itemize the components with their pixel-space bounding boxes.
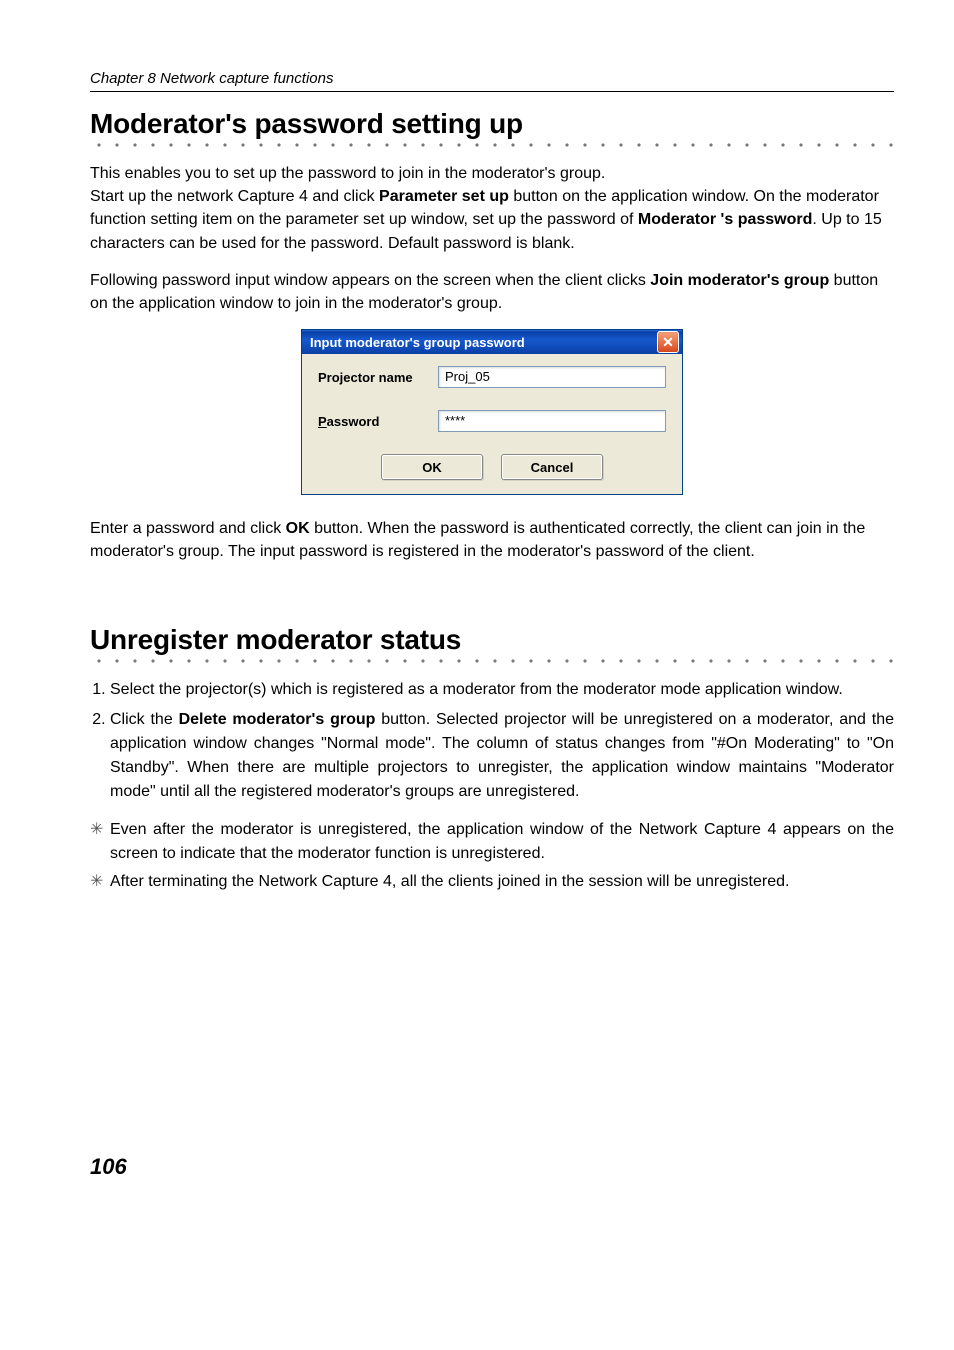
paragraph: Following password input window appears …	[90, 269, 894, 315]
dialog-title: Input moderator's group password	[310, 335, 525, 350]
projector-name-row: Projector name Proj_05	[318, 366, 666, 388]
bold-text: Join moderator's group	[650, 272, 829, 289]
text: This enables you to set up the password …	[90, 165, 605, 182]
dot-rule	[90, 142, 894, 148]
running-head: Chapter 8 Network capture functions	[90, 70, 894, 92]
note-mark-icon: ✳	[90, 870, 110, 894]
paragraph: This enables you to set up the password …	[90, 162, 894, 185]
password-label-rest: assword	[327, 414, 380, 429]
text: Start up the network Capture 4 and click	[90, 188, 379, 205]
dot-rule	[90, 658, 894, 664]
section-title-unregister: Unregister moderator status	[90, 624, 894, 656]
password-label: Password	[318, 414, 438, 429]
bold-text: Moderator 's password	[638, 211, 813, 228]
cancel-button[interactable]: Cancel	[501, 454, 603, 480]
dialog-titlebar: Input moderator's group password ✕	[302, 330, 682, 354]
step-item: Click the Delete moderator's group butto…	[110, 708, 894, 804]
step-item: Select the projector(s) which is registe…	[110, 678, 894, 702]
text: Enter a password and click	[90, 520, 286, 537]
note-text: After terminating the Network Capture 4,…	[110, 870, 789, 894]
paragraph: Start up the network Capture 4 and click…	[90, 185, 894, 255]
dialog-body: Projector name Proj_05 Password **** OK …	[302, 354, 682, 494]
close-button[interactable]: ✕	[657, 331, 679, 353]
projector-name-field[interactable]: Proj_05	[438, 366, 666, 388]
password-row: Password ****	[318, 410, 666, 432]
note: ✳ Even after the moderator is unregister…	[90, 818, 894, 866]
note-mark-icon: ✳	[90, 818, 110, 866]
note-text: Even after the moderator is unregistered…	[110, 818, 894, 866]
paragraph: Enter a password and click OK button. Wh…	[90, 517, 894, 563]
bold-text: Parameter set up	[379, 188, 509, 205]
password-dialog: Input moderator's group password ✕ Proje…	[301, 329, 683, 495]
password-field[interactable]: ****	[438, 410, 666, 432]
ok-button[interactable]: OK	[381, 454, 483, 480]
page-number: 106	[90, 1154, 894, 1180]
text: Following password input window appears …	[90, 272, 650, 289]
steps-list: Select the projector(s) which is registe…	[90, 678, 894, 804]
dialog-button-row: OK Cancel	[318, 454, 666, 480]
text: Click the	[110, 711, 179, 728]
password-label-underline: P	[318, 414, 327, 429]
section-title-moderator-password: Moderator's password setting up	[90, 108, 894, 140]
close-icon: ✕	[662, 334, 674, 351]
note: ✳ After terminating the Network Capture …	[90, 870, 894, 894]
bold-text: Delete moderator's group	[179, 711, 376, 728]
bold-text: OK	[286, 520, 310, 537]
projector-name-label: Projector name	[318, 370, 438, 385]
